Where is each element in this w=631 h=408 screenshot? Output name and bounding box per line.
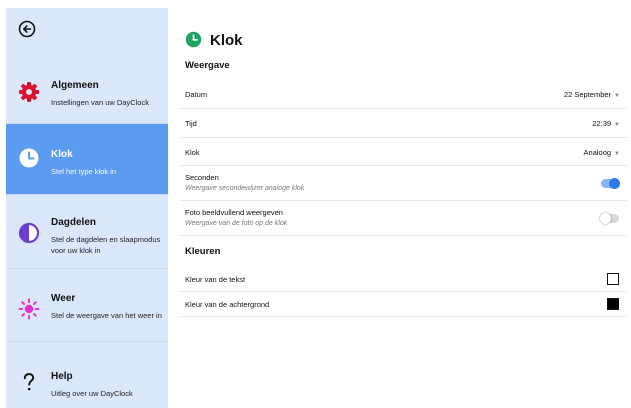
- sidebar-item-title: Help: [51, 371, 73, 382]
- date-select[interactable]: 22 September ▼: [564, 90, 620, 99]
- caret-down-icon: ▼: [614, 151, 620, 157]
- main-panel: Klok Weergave Datum 22 September ▼ Tijd 2…: [176, 0, 631, 408]
- clock-icon: [185, 31, 202, 48]
- setting-label: Tijd: [185, 119, 197, 128]
- sidebar-item-klok[interactable]: Klok Stel het type klok in: [6, 124, 168, 195]
- select-value: 22:39: [592, 119, 612, 128]
- sidebar-item-desc: Stel de weergave van het weer in: [51, 311, 162, 320]
- section-heading-weergave: Weergave: [185, 60, 230, 71]
- sidebar-item-algemeen[interactable]: Algemeen Instellingen van uw DayClock: [6, 60, 168, 124]
- sidebar-item-help[interactable]: Help Uitleg over uw DayClock: [6, 342, 168, 408]
- sun-icon: [18, 298, 40, 320]
- toggle-knob: [600, 213, 611, 224]
- half-circle-icon: [18, 222, 40, 244]
- sidebar-item-desc: Stel het type klok in: [51, 167, 117, 176]
- section-heading-kleuren: Kleuren: [185, 246, 221, 257]
- setting-label: Seconden: [185, 173, 219, 182]
- setting-label: Foto beeldvullend weergeven: [185, 208, 283, 217]
- time-select[interactable]: 22:39 ▼: [592, 119, 620, 128]
- setting-row-seconden[interactable]: Seconden Weergave secondewijzer analoge …: [180, 166, 627, 201]
- setting-row-background-color[interactable]: Kleur van de achtergrond: [180, 292, 627, 317]
- select-value: 22 September: [563, 90, 612, 99]
- sidebar-item-title: Algemeen: [51, 80, 99, 91]
- photo-fullscreen-toggle[interactable]: [600, 213, 619, 224]
- clock-icon: [19, 148, 39, 168]
- sidebar-item-dagdelen[interactable]: Dagdelen Stel de dagdelen en slaapmodus …: [6, 195, 168, 269]
- sidebar-item-title: Klok: [51, 149, 73, 160]
- setting-label: Kleur van de achtergrond: [185, 300, 270, 309]
- clock-type-select[interactable]: Analoog ▼: [584, 148, 620, 157]
- back-arrow-icon[interactable]: [18, 20, 36, 38]
- setting-description: Weergave secondewijzer analoge klok: [185, 185, 305, 192]
- select-value: Analoog: [583, 148, 612, 157]
- setting-label: Datum: [185, 90, 208, 99]
- setting-row-klok[interactable]: Klok Analoog ▼: [180, 138, 627, 166]
- sidebar-item-title: Weer: [51, 293, 76, 304]
- sidebar: Algemeen Instellingen van uw DayClock Kl…: [6, 8, 168, 408]
- sidebar-item-title: Dagdelen: [51, 217, 97, 228]
- setting-description: Weergave van de foto op de klok: [185, 220, 288, 227]
- page-title: Klok: [210, 32, 243, 49]
- sidebar-item-desc: Instellingen van uw DayClock: [51, 98, 149, 107]
- text-color-swatch[interactable]: [607, 273, 619, 285]
- seconds-toggle[interactable]: [601, 178, 620, 189]
- question-icon: [23, 373, 35, 391]
- setting-row-datum[interactable]: Datum 22 September ▼: [180, 80, 627, 109]
- setting-label: Kleur van de tekst: [185, 275, 246, 284]
- setting-row-foto[interactable]: Foto beeldvullend weergeven Weergave van…: [180, 201, 627, 236]
- caret-down-icon: ▼: [614, 122, 620, 128]
- sidebar-item-desc: Stel de dagdelen en slaapmodus voor uw k…: [51, 235, 161, 255]
- gear-icon: [19, 82, 39, 102]
- sidebar-item-weer[interactable]: Weer Stel de weergave van het weer in: [6, 269, 168, 342]
- sidebar-item-desc: Uitleg over uw DayClock: [51, 389, 133, 398]
- toggle-knob: [609, 178, 620, 189]
- setting-row-text-color[interactable]: Kleur van de tekst: [180, 266, 627, 292]
- background-color-swatch[interactable]: [607, 298, 619, 310]
- caret-down-icon: ▼: [614, 93, 620, 99]
- setting-row-tijd[interactable]: Tijd 22:39 ▼: [180, 109, 627, 138]
- setting-label: Klok: [185, 148, 200, 157]
